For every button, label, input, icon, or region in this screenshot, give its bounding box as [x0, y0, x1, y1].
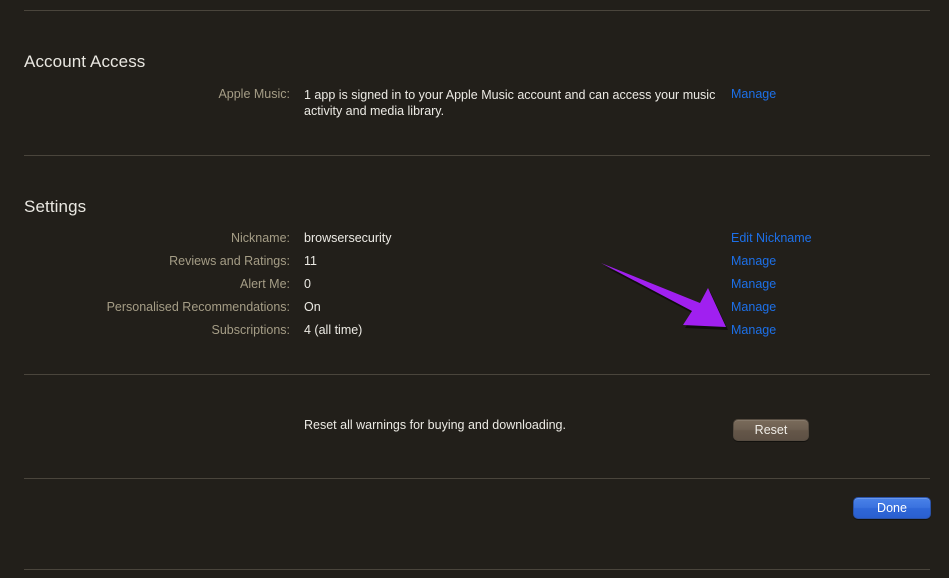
done-button[interactable]: Done	[853, 497, 931, 519]
value-subscriptions: 4 (all time)	[304, 323, 363, 337]
row-apple-music: Apple Music: 1 app is signed in to your …	[0, 87, 949, 118]
separator-top	[24, 10, 930, 11]
value-nickname: browsersecurity	[304, 231, 392, 245]
value-personalised-recommendations: On	[304, 300, 321, 314]
section-heading-account-access: Account Access	[24, 52, 146, 71]
label-personalised-recommendations: Personalised Recommendations:	[106, 300, 290, 314]
edit-nickname-link[interactable]: Edit Nickname	[731, 231, 812, 245]
separator-account-access	[24, 155, 930, 156]
reset-warnings-button[interactable]: Reset	[733, 419, 809, 441]
manage-reviews-and-ratings-link[interactable]: Manage	[731, 254, 776, 268]
value-reviews-and-ratings: 11	[304, 254, 317, 268]
manage-subscriptions-link[interactable]: Manage	[731, 323, 776, 337]
label-apple-music: Apple Music:	[218, 87, 290, 101]
separator-settings	[24, 374, 930, 375]
value-apple-music: 1 app is signed in to your Apple Music a…	[304, 88, 716, 118]
label-subscriptions: Subscriptions:	[211, 323, 290, 337]
row-reviews-and-ratings: Reviews and Ratings: 11 Manage	[0, 254, 949, 272]
section-heading-settings: Settings	[24, 197, 87, 216]
value-alert-me: 0	[304, 277, 311, 291]
separator-bottom	[24, 569, 930, 570]
manage-apple-music-link[interactable]: Manage	[731, 87, 776, 101]
separator-reset	[24, 478, 930, 479]
row-subscriptions: Subscriptions: 4 (all time) Manage	[0, 323, 949, 341]
manage-alert-me-link[interactable]: Manage	[731, 277, 776, 291]
row-personalised-recommendations: Personalised Recommendations: On Manage	[0, 300, 949, 318]
label-reviews-and-ratings: Reviews and Ratings:	[169, 254, 290, 268]
row-alert-me: Alert Me: 0 Manage	[0, 277, 949, 295]
label-nickname: Nickname:	[230, 231, 290, 245]
account-settings-page: Account Access Apple Music: 1 app is sig…	[0, 0, 949, 578]
manage-personalised-recommendations-link[interactable]: Manage	[731, 300, 776, 314]
reset-warnings-description: Reset all warnings for buying and downlo…	[304, 418, 566, 432]
label-alert-me: Alert Me:	[239, 277, 290, 291]
row-nickname: Nickname: browsersecurity Edit Nickname	[0, 231, 949, 249]
